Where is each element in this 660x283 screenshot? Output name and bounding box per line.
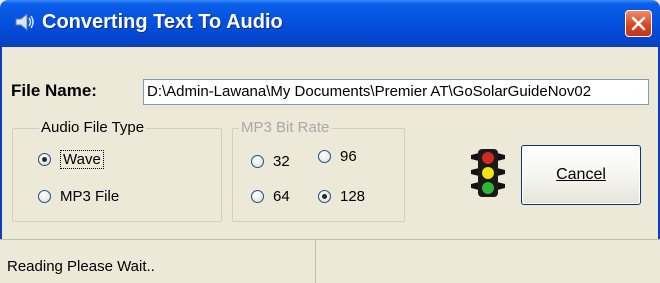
cancel-button-label: Cancel [556, 166, 606, 183]
title-bar[interactable]: Converting Text To Audio [0, 0, 660, 47]
file-name-label: File Name: [11, 81, 97, 100]
radio-bitrate-96[interactable]: 96 [318, 148, 357, 165]
radio-bitrate-64-label: 64 [273, 188, 290, 205]
radio-mp3-file-indicator[interactable] [38, 190, 51, 203]
converting-dialog: Converting Text To Audio File Name: D:\A… [0, 0, 660, 283]
radio-bitrate-128-label: 128 [340, 188, 366, 205]
cancel-button[interactable]: Cancel [521, 145, 641, 205]
radio-mp3-file[interactable]: MP3 File [38, 188, 119, 205]
radio-wave-label: Wave [60, 150, 104, 169]
file-name-field[interactable]: D:\Admin-Lawana\My Documents\Premier AT\… [143, 79, 649, 105]
radio-wave-indicator[interactable] [38, 153, 51, 166]
radio-bitrate-96-label: 96 [340, 148, 357, 165]
radio-bitrate-32[interactable]: 32 [251, 153, 290, 170]
speaker-icon [15, 13, 34, 31]
audio-file-type-group: Audio File Type Wave MP3 File [12, 119, 222, 222]
audio-file-type-title: Audio File Type [39, 119, 147, 136]
radio-bitrate-32-indicator[interactable] [251, 155, 264, 168]
radio-bitrate-128[interactable]: 128 [318, 188, 365, 205]
status-text: Reading Please Wait.. [7, 258, 155, 275]
window-title: Converting Text To Audio [42, 11, 283, 33]
radio-wave[interactable]: Wave [38, 150, 104, 169]
radio-mp3-file-label: MP3 File [60, 188, 120, 205]
radio-bitrate-128-indicator[interactable] [318, 190, 331, 203]
traffic-light-icon [471, 149, 505, 197]
close-icon [631, 16, 646, 31]
close-button[interactable] [625, 10, 652, 37]
radio-bitrate-64[interactable]: 64 [251, 188, 290, 205]
mp3-bit-rate-group: MP3 Bit Rate 32 96 64 128 [232, 119, 405, 222]
radio-bitrate-32-label: 32 [273, 153, 290, 170]
radio-bitrate-64-indicator[interactable] [251, 190, 264, 203]
mp3-bit-rate-title: MP3 Bit Rate [239, 119, 332, 136]
radio-bitrate-96-indicator[interactable] [318, 150, 331, 163]
